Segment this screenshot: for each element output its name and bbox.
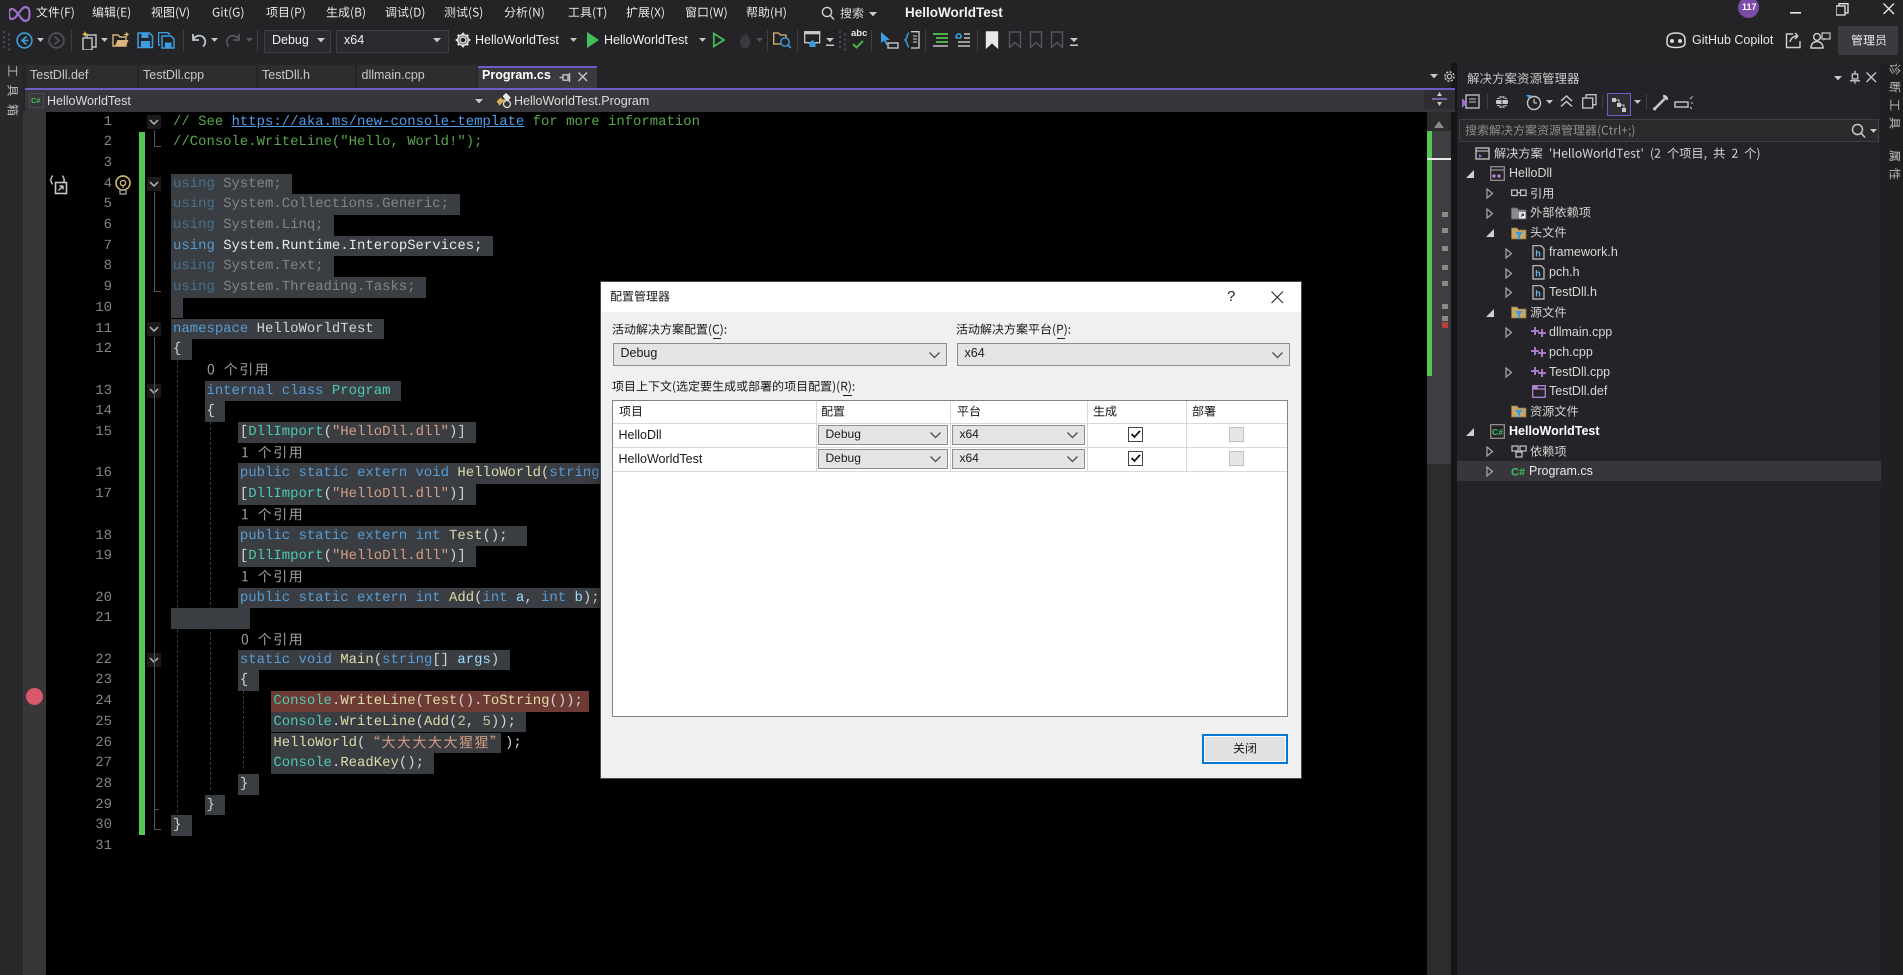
svg-text:C#: C# <box>1511 466 1525 478</box>
svg-text:h: h <box>1535 269 1541 279</box>
svg-text:h: h <box>1535 288 1541 298</box>
svg-text:h: h <box>1535 249 1541 259</box>
svg-text:C#: C# <box>1492 427 1503 437</box>
